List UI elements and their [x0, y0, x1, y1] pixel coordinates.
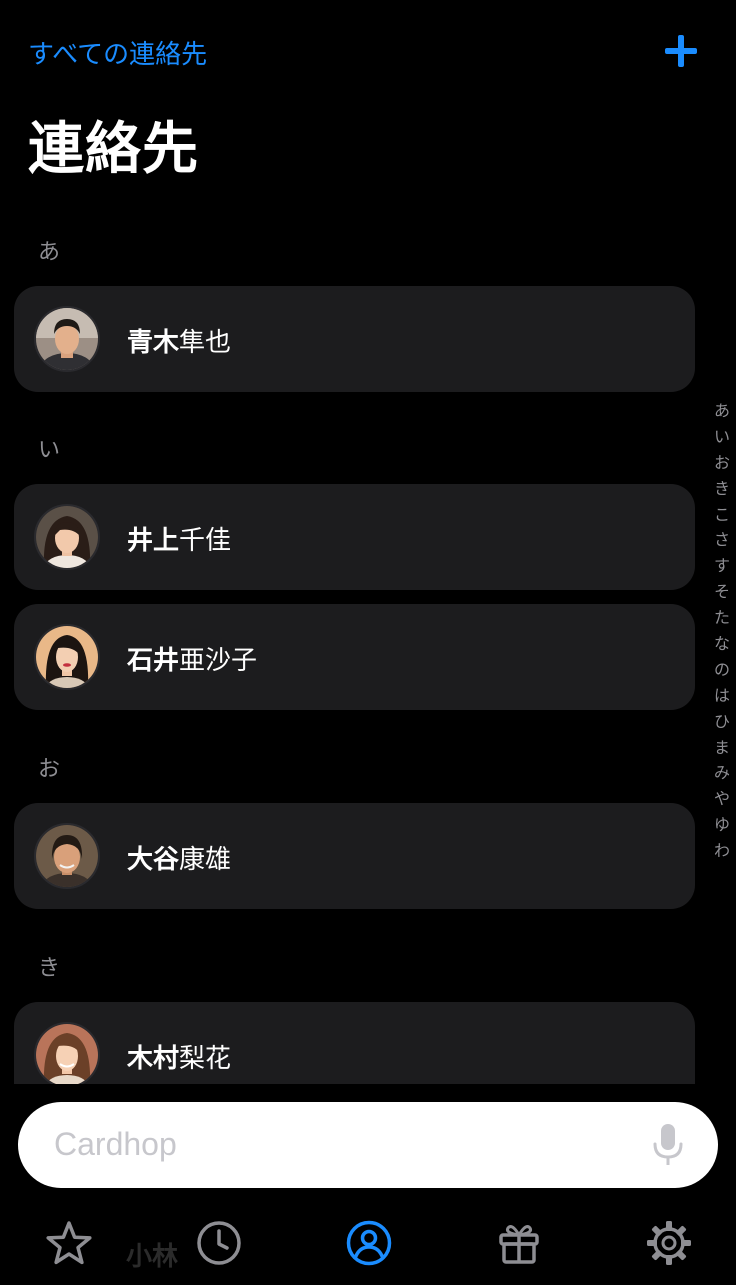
tab-contacts[interactable] — [344, 1218, 394, 1268]
contact-card[interactable]: 石井亜沙子 — [14, 604, 695, 710]
contact-name: 青木隼也 — [127, 328, 232, 358]
index-letter[interactable]: そ — [714, 579, 730, 605]
tab-gifts[interactable] — [494, 1218, 544, 1268]
section-header-a: あ — [38, 240, 61, 265]
index-letter[interactable]: き — [714, 476, 730, 502]
index-letter[interactable]: や — [714, 786, 730, 812]
contact-name-peek: 小林 — [126, 1242, 179, 1272]
search-input[interactable]: Cardhop — [18, 1102, 718, 1188]
tab-settings[interactable] — [644, 1218, 694, 1268]
index-letter[interactable]: は — [714, 683, 730, 709]
index-letter[interactable]: さ — [714, 527, 730, 553]
contact-name: 石井亜沙子 — [127, 646, 258, 676]
contact-card[interactable]: 青木隼也 — [14, 286, 695, 392]
section-header-i: い — [38, 438, 61, 463]
page-title: 連絡先 — [28, 117, 199, 182]
contact-card[interactable]: 大谷康雄 — [14, 803, 695, 909]
microphone-icon[interactable] — [652, 1122, 684, 1168]
avatar — [34, 504, 100, 570]
section-header-ki: き — [38, 956, 61, 981]
index-letter[interactable]: お — [714, 450, 730, 476]
index-letter[interactable]: ひ — [714, 709, 730, 735]
contact-name: 井上千佳 — [127, 526, 232, 556]
index-letter[interactable]: こ — [714, 502, 730, 528]
plus-icon — [665, 35, 697, 67]
index-letter[interactable]: た — [714, 605, 730, 631]
index-letter[interactable]: ま — [714, 735, 730, 761]
avatar — [34, 1022, 100, 1084]
add-contact-button[interactable] — [660, 30, 702, 72]
index-letter[interactable]: わ — [714, 838, 730, 864]
contact-name: 大谷康雄 — [127, 845, 232, 875]
section-index-bar[interactable]: あ い お き こ さ す そ た な の は ひ ま み や ゆ わ — [708, 398, 736, 864]
navigation-bar: すべての連絡先 — [0, 0, 736, 100]
contact-name: 木村梨花 — [127, 1044, 232, 1074]
index-letter[interactable]: ゆ — [714, 812, 730, 838]
all-contacts-link[interactable]: すべての連絡先 — [28, 34, 207, 71]
tab-recents[interactable] — [194, 1218, 244, 1268]
contacts-screen: すべての連絡先 連絡先 あ 青木隼也 い 井上千佳 石井亜沙子 お 大谷康雄 き… — [0, 0, 736, 1285]
contact-card[interactable]: 木村梨花 — [14, 1002, 695, 1084]
tab-favorites[interactable] — [44, 1218, 94, 1268]
star-icon — [46, 1221, 92, 1265]
avatar — [34, 624, 100, 690]
avatar — [34, 306, 100, 372]
avatar — [34, 823, 100, 889]
gift-icon — [499, 1225, 539, 1264]
gear-icon — [647, 1221, 691, 1265]
index-letter[interactable]: な — [714, 631, 730, 657]
clock-icon — [197, 1221, 241, 1265]
section-header-o: お — [38, 757, 61, 782]
index-letter[interactable]: の — [714, 657, 730, 683]
person-circle-icon — [346, 1220, 392, 1266]
contact-card[interactable]: 井上千佳 — [14, 484, 695, 590]
index-letter[interactable]: あ — [714, 398, 730, 424]
index-letter[interactable]: い — [714, 424, 730, 450]
index-letter[interactable]: み — [714, 760, 730, 786]
index-letter[interactable]: す — [714, 553, 730, 579]
search-placeholder: Cardhop — [54, 1126, 177, 1162]
contacts-list[interactable]: あ 青木隼也 い 井上千佳 石井亜沙子 お 大谷康雄 き 木村梨花 — [0, 200, 700, 1084]
